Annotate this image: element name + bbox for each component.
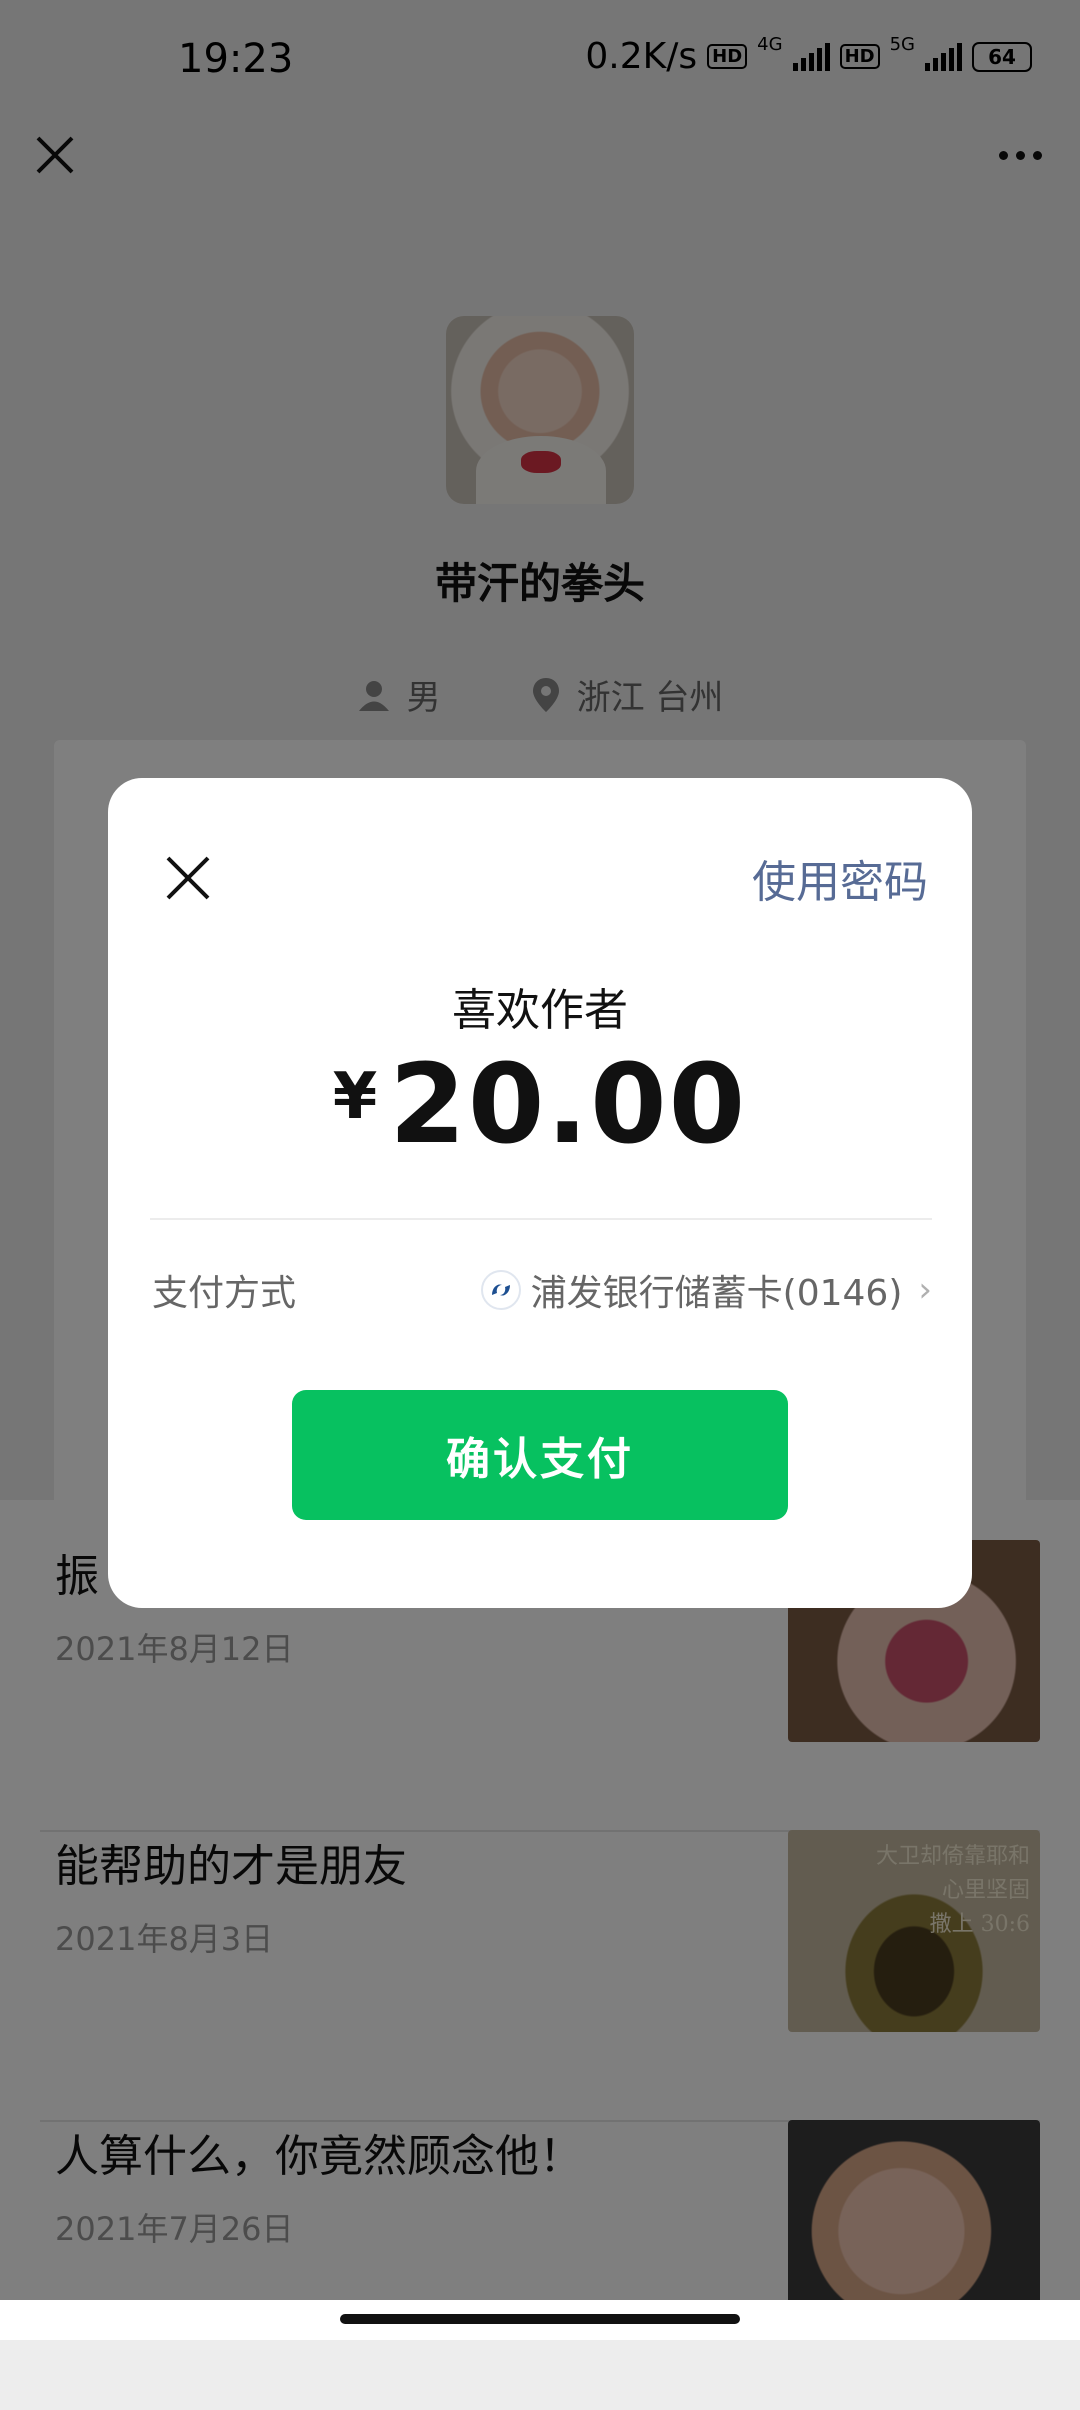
payment-method-selector[interactable]: 浦发银行储蓄卡(0146) › <box>480 1264 932 1316</box>
payment-method-value: 浦发银行储蓄卡(0146) <box>530 1273 903 1314</box>
payment-dialog: 使用密码 喜欢作者 ¥20.00 支付方式 浦发银行储蓄卡(0146) › 确认… <box>108 778 972 1608</box>
payment-method-label: 支付方式 <box>152 1273 297 1314</box>
payment-subject: 喜欢作者 <box>452 985 628 1036</box>
close-icon[interactable] <box>160 850 216 906</box>
currency-symbol: ¥ <box>332 1060 378 1134</box>
confirm-pay-button[interactable]: 确认支付 <box>292 1390 788 1520</box>
spdb-bank-icon <box>480 1270 521 1310</box>
divider <box>150 1218 932 1220</box>
use-password-link[interactable]: 使用密码 <box>752 846 928 910</box>
payment-amount: ¥20.00 <box>108 1040 972 1168</box>
amount-value: 20.00 <box>389 1040 748 1168</box>
chevron-right-icon: › <box>918 1270 932 1310</box>
home-indicator[interactable] <box>0 2300 1080 2340</box>
